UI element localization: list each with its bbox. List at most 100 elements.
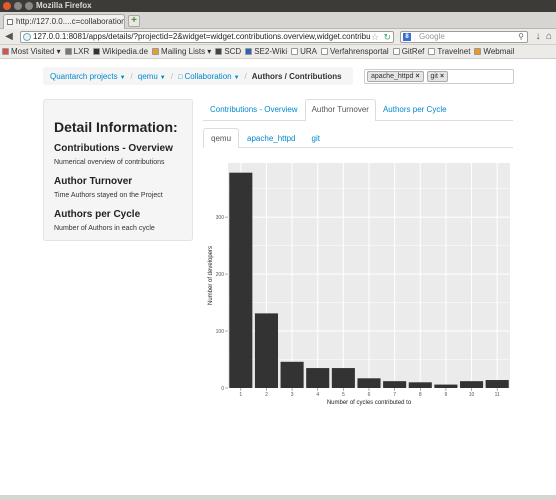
bar (408, 382, 432, 388)
url-bar[interactable]: 127.0.0.1:8081/apps/details/?projectid=2… (20, 31, 394, 43)
bookmark-label: Travelnet (437, 47, 471, 56)
x-tick-label: 6 (368, 392, 371, 398)
breadcrumb-item-category[interactable]: □ Collaboration ▼ (178, 72, 240, 81)
x-tick-label: 2 (265, 392, 268, 398)
bookmark-item[interactable]: Mailing Lists ▾ (152, 47, 211, 56)
bar (383, 381, 407, 388)
detail-heading: Detail Information: (54, 119, 178, 135)
bookmark-item[interactable]: SCD (215, 47, 241, 56)
tab-git[interactable]: git (304, 128, 328, 147)
x-tick-label: 7 (393, 392, 396, 398)
tag-label: git (430, 73, 438, 80)
x-axis-label: Number of cycles contributed to (327, 400, 412, 406)
breadcrumb: Quantarch projects ▼ / qemu ▼ / □ Collabor… (43, 67, 353, 85)
url-text: 127.0.0.1:8081/apps/details/?projectid=2… (33, 32, 371, 41)
bookmark-label: GitRef (401, 47, 425, 56)
bookmark-item[interactable]: URA (291, 47, 317, 56)
bookmark-label: URA (300, 47, 317, 56)
project-tabs: qemu apache_httpd git (203, 128, 513, 148)
search-engine-icon[interactable]: 8 (403, 33, 411, 41)
bookmark-icon (392, 48, 400, 55)
bookmark-star-icon[interactable]: ☆ (371, 32, 379, 42)
reload-icon[interactable]: ↻ (383, 32, 391, 42)
bookmark-label: Webmail (483, 47, 515, 56)
page-icon (7, 19, 13, 25)
tab-authors-per-cycle[interactable]: Authors per Cycle (376, 99, 454, 120)
y-tick-label: 200 (216, 272, 225, 278)
bar (280, 361, 304, 388)
bookmark-icon (93, 48, 101, 55)
bookmark-icon (291, 48, 299, 55)
bookmark-icon (474, 48, 482, 55)
caret-down-icon: ▼ (119, 74, 126, 81)
bookmark-item[interactable]: Travelnet (428, 47, 470, 56)
bookmark-item[interactable]: Webmail (474, 47, 514, 56)
bar (460, 381, 484, 388)
bookmark-icon (2, 48, 9, 55)
window-minimize-button[interactable] (14, 2, 22, 10)
bookmark-label: Most Visited ▾ (11, 47, 61, 56)
search-bar[interactable]: 8 Google ⚲ (400, 31, 528, 43)
window-close-button[interactable] (3, 2, 11, 10)
y-tick-label: 300 (216, 215, 225, 221)
home-icon[interactable]: ⌂ (543, 31, 555, 43)
x-tick-label: 9 (445, 392, 448, 398)
bookmark-item[interactable]: Verfahrensportal (320, 47, 389, 56)
breadcrumb-item-project[interactable]: qemu ▼ (138, 72, 166, 81)
widget-tabs: Contributions - Overview Author Turnover… (203, 99, 513, 121)
bar (331, 368, 355, 388)
detail-section-text: Number of Authors in each cycle (54, 225, 155, 232)
y-tick-label: 0 (221, 386, 224, 392)
author-turnover-chart: 0 100 200 300 1 2 3 4 5 6 7 8 9 10 11 Number of cycles … (208, 163, 510, 406)
window-titlebar: Mozilla Firefox (0, 0, 556, 12)
breadcrumb-label: Quantarch projects (50, 71, 118, 81)
bar (229, 172, 253, 388)
bookmark-icon (245, 48, 253, 55)
breadcrumb-label: qemu (137, 71, 158, 81)
bookmark-label: Verfahrensportal (329, 47, 389, 56)
detail-information-panel: Detail Information: Contributions - Over… (43, 99, 193, 241)
tag-label: apache_httpd (371, 73, 414, 80)
bookmark-label: SCD (224, 47, 242, 56)
x-tick-label: 11 (495, 392, 500, 398)
x-tick-label: 10 (469, 392, 475, 398)
status-bar (0, 495, 556, 500)
breadcrumb-separator: / (170, 71, 173, 81)
bookmark-item[interactable]: SE2-Wiki (245, 47, 287, 56)
back-arrow-icon[interactable]: ◀ (3, 31, 15, 43)
x-tick-label: 4 (316, 392, 319, 398)
bookmark-label: SE2-Wiki (254, 47, 288, 56)
browser-tab-title: http://127.0.0....c=collaboration (16, 17, 125, 26)
bookmark-item[interactable]: Wikipedia.de (93, 47, 148, 56)
tab-contributions-overview[interactable]: Contributions - Overview (203, 99, 305, 120)
remove-tag-icon[interactable]: × (415, 73, 419, 80)
caret-down-icon: ▼ (233, 74, 240, 81)
tab-qemu[interactable]: qemu (203, 128, 240, 148)
bookmark-item[interactable]: GitRef (392, 47, 425, 56)
breadcrumb-item-projects[interactable]: Quantarch projects ▼ (50, 72, 126, 81)
x-tick-label: 5 (342, 392, 345, 398)
bar (306, 368, 330, 388)
detail-section-title: Contributions - Overview (54, 143, 173, 154)
breadcrumb-current: Authors / Contributions (251, 71, 342, 81)
detail-section-text: Time Authors stayed on the Project (54, 192, 163, 199)
search-placeholder: Google (419, 32, 445, 41)
bookmark-item[interactable]: Most Visited ▾ (2, 47, 61, 56)
bookmark-item[interactable]: LXR (64, 47, 89, 56)
project-compare-input[interactable]: apache_httpd × git × (364, 69, 514, 84)
browser-tab[interactable]: http://127.0.0....c=collaboration (3, 14, 125, 29)
navigation-toolbar: ◀ 127.0.0.1:8081/apps/details/?projectid… (0, 29, 556, 45)
tag-git: git × (426, 71, 449, 82)
new-tab-button[interactable]: + (128, 15, 140, 27)
search-icon[interactable]: ⚲ (518, 32, 524, 42)
bar (485, 380, 509, 388)
detail-section-text: Numerical overview of contributions (54, 159, 165, 166)
tab-author-turnover[interactable]: Author Turnover (304, 99, 376, 121)
detail-section-title: Authors per Cycle (54, 209, 141, 220)
bar (254, 313, 278, 388)
window-maximize-button[interactable] (25, 2, 33, 10)
remove-tag-icon[interactable]: × (440, 73, 444, 80)
bookmark-icon (320, 48, 328, 55)
x-tick-label: 8 (419, 392, 422, 398)
tab-apache-httpd[interactable]: apache_httpd (239, 128, 304, 147)
